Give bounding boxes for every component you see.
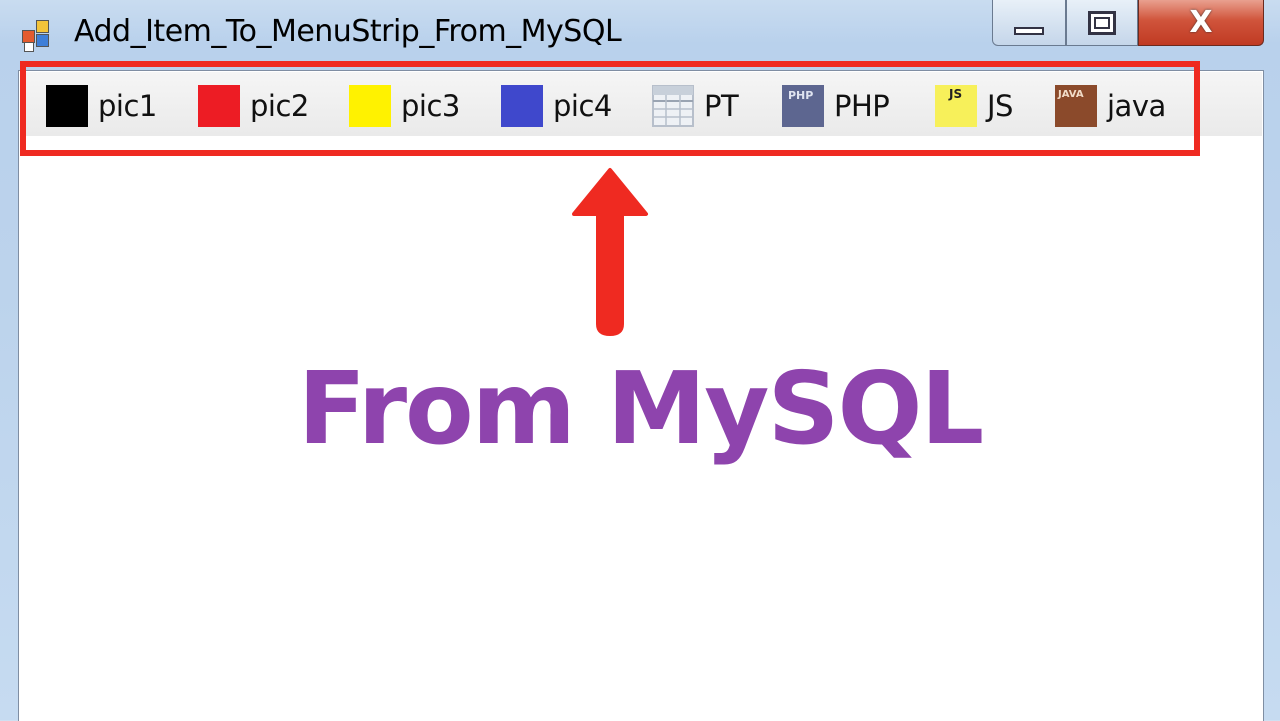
close-icon: X: [1189, 5, 1213, 40]
window-frame: Add_Item_To_MenuStrip_From_MySQL X pic1 …: [0, 0, 1280, 721]
annotation-caption: From MySQL: [297, 350, 984, 467]
maximize-button[interactable]: [1066, 0, 1138, 46]
menustrip-highlight-box: [20, 61, 1200, 156]
minimize-icon: [1014, 26, 1044, 35]
minimize-button[interactable]: [992, 0, 1066, 46]
window-title: Add_Item_To_MenuStrip_From_MySQL: [74, 14, 622, 49]
title-bar[interactable]: Add_Item_To_MenuStrip_From_MySQL X: [0, 0, 1280, 66]
maximize-icon: [1088, 10, 1116, 35]
up-arrow-icon: [572, 168, 648, 336]
app-icon[interactable]: [22, 20, 56, 54]
close-button[interactable]: X: [1138, 0, 1264, 46]
